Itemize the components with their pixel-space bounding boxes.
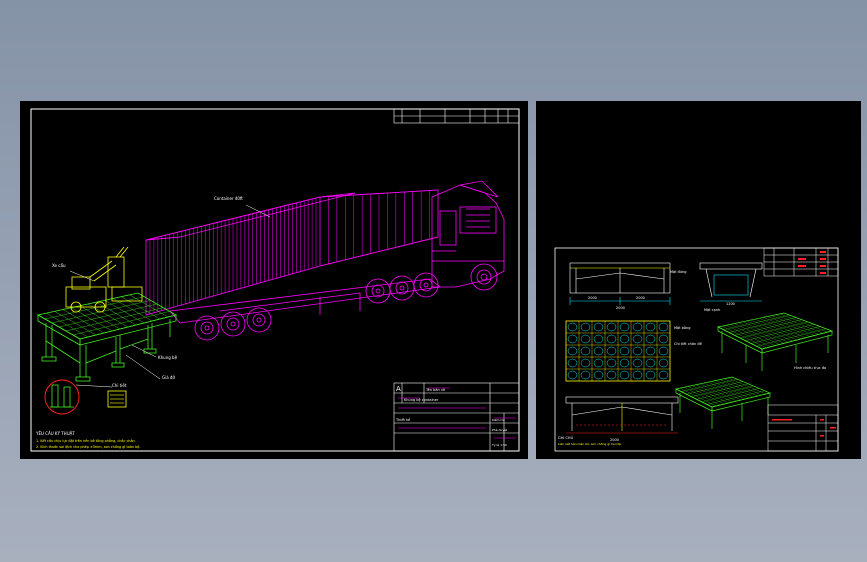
callout-container: Container 40ft xyxy=(214,196,243,201)
title-row-5: Tỷ lệ 1:50 xyxy=(491,443,507,447)
main-drawing-sheet[interactable]: Container 40ft Xe cẩu Khung bệ Giá đỡ Ch… xyxy=(20,101,528,459)
callout-crane: Xe cẩu xyxy=(52,263,66,268)
title-row-4: Phê duyệt xyxy=(492,428,508,432)
side-elevation xyxy=(699,262,763,302)
notes-line-1: 1. Kết cấu chịu lực đặt trên nền bê tông… xyxy=(36,438,136,443)
side-drawing-canvas: 2000 2000 2000 Mặt đứng 1200 Mặt cạnh Mặ… xyxy=(554,247,839,452)
callout-rack: Giá đỡ xyxy=(162,375,175,380)
dim-front-left: 2000 xyxy=(588,296,597,300)
dim-front-right: 2000 xyxy=(636,296,645,300)
label-plan: Mặt bằng xyxy=(674,325,690,330)
label-iso: Hình chiếu trục đo xyxy=(794,366,826,370)
callout-stand: Khung bệ xyxy=(158,355,178,360)
dim-front-total: 2000 xyxy=(616,306,625,310)
title-row-0: Tên bản vẽ xyxy=(425,388,445,392)
title-row-1: Khung bệ container xyxy=(404,398,439,402)
parts-table-marks xyxy=(798,251,826,274)
title-row-2: Thiết kế xyxy=(395,418,411,422)
iso-view-bottom xyxy=(674,376,772,429)
plan-view xyxy=(565,320,671,382)
side-frame xyxy=(554,247,839,452)
iso-view-top xyxy=(716,312,834,371)
truck-cab xyxy=(431,180,505,291)
drawing-frame xyxy=(30,108,520,452)
crane-machine xyxy=(65,246,143,313)
section-view xyxy=(565,396,679,434)
label-detail: Chi tiết chân đế xyxy=(674,342,703,346)
title-row-3: Kiểm tra xyxy=(492,417,505,422)
title-rev: A xyxy=(396,385,401,393)
side-drawing-sheet[interactable]: 2000 2000 2000 Mặt đứng 1200 Mặt cạnh Mặ… xyxy=(536,101,861,459)
title-block xyxy=(393,382,520,452)
side-title-marks xyxy=(772,419,836,437)
trailer-chassis xyxy=(169,272,441,341)
side-title-block xyxy=(767,404,839,452)
main-drawing-canvas: Container 40ft Xe cẩu Khung bệ Giá đỡ Ch… xyxy=(30,108,520,452)
front-elevation xyxy=(569,262,671,305)
label-front: Mặt đứng xyxy=(670,270,687,274)
label-side: Mặt cạnh xyxy=(704,308,720,312)
notes-heading: YÊU CẦU KỸ THUẬT xyxy=(35,431,75,436)
platform-stand xyxy=(36,292,178,382)
callout-detail: Chi tiết xyxy=(112,383,127,388)
notes-line-2: 2. Kích thước sai lệch cho phép ±5mm, sơ… xyxy=(36,445,140,449)
revision-table xyxy=(393,108,520,124)
dim-side: 1200 xyxy=(726,302,735,306)
parts-table xyxy=(763,247,839,277)
side-notes-line: Liên kết hàn toàn bộ, sơn chống gỉ hai l… xyxy=(558,442,622,446)
side-notes-heading: GHI CHÚ xyxy=(558,435,574,440)
